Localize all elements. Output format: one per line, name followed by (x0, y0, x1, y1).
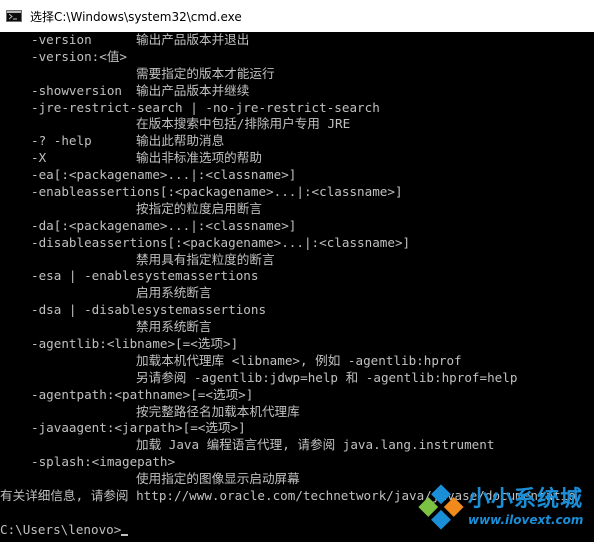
watermark-url: www.ilovext.com (468, 513, 584, 527)
option-description: 输出产品版本并退出 (136, 32, 250, 47)
console-line: -agentpath:<pathname>[=<选项>] (0, 387, 594, 404)
console-line: -splash:<imagepath> (0, 454, 594, 471)
option-description: 按完整路径名加载本机代理库 (136, 403, 300, 419)
console-line: -jre-restrict-search | -no-jre-restrict-… (0, 100, 594, 117)
console-line: -? -help 输出此帮助消息 (0, 133, 594, 150)
title-bar[interactable]: 选择C:\Windows\system32\cmd.exe (0, 0, 594, 32)
console-line: -disableassertions[:<packagename>...|:<c… (0, 235, 594, 252)
console-line: 按指定的粒度启用断言 (0, 201, 594, 218)
console-line: -da[:<packagename>...|:<classname>] (0, 218, 594, 235)
console-line: 按完整路径名加载本机代理库 (0, 404, 594, 421)
option-description: 禁用系统断言 (136, 319, 212, 335)
console-line: 在版本搜索中包括/排除用户专用 JRE (0, 116, 594, 133)
option-name: -javaagent:<jarpath>[=<选项>] (31, 420, 246, 436)
option-description: 使用指定的图像显示启动屏幕 (136, 471, 300, 487)
option-description: 按指定的粒度启用断言 (136, 200, 262, 216)
option-description: 输出此帮助消息 (136, 133, 225, 149)
option-name: -esa | -enablesystemassertions (31, 268, 259, 284)
option-name: -agentpath:<pathname>[=<选项>] (31, 386, 254, 402)
option-name: -ea[:<packagename>...|:<classname>] (31, 167, 297, 183)
option-description: 加载 Java 编程语言代理, 请参阅 java.lang.instrument (136, 437, 495, 453)
console-line: -dsa | -disablesystemassertions (0, 302, 594, 319)
window-title: 选择C:\Windows\system32\cmd.exe (30, 9, 242, 24)
watermark-logo-icon (418, 484, 464, 530)
option-description: 加载本机代理库 <libname>, 例如 -agentlib:hprof (136, 352, 462, 368)
console-line: 加载 Java 编程语言代理, 请参阅 java.lang.instrument (0, 437, 594, 454)
console-line: -esa | -enablesystemassertions (0, 268, 594, 285)
option-name: -? -help (31, 133, 92, 149)
console-line: -X 输出非标准选项的帮助 (0, 150, 594, 167)
console-line: 需要指定的版本才能运行 (0, 66, 594, 83)
console-line: 禁用系统断言 (0, 319, 594, 336)
option-name: -showversion (31, 82, 122, 98)
option-description: 在版本搜索中包括/排除用户专用 JRE (136, 116, 351, 132)
option-name: -disableassertions[:<packagename>...|:<c… (31, 234, 411, 250)
watermark-site-name: 小小系统城 (468, 487, 584, 512)
console-line: -showversion 输出产品版本并继续 (0, 83, 594, 100)
option-description: 禁用具有指定粒度的断言 (136, 251, 275, 267)
console-output[interactable]: -version 输出产品版本并退出 -version:<值> 需要指定的版本才能运行… (0, 32, 594, 542)
option-name: -da[:<packagename>...|:<classname>] (31, 217, 297, 233)
option-name: -splash:<imagepath> (31, 454, 176, 470)
option-name: -version (31, 32, 92, 47)
prompt-path: C:\Users\lenovo> (0, 521, 122, 537)
option-description: 启用系统断言 (136, 285, 212, 301)
text-cursor (121, 533, 129, 536)
option-name: -agentlib:<libname>[=<选项>] (31, 336, 239, 352)
option-name: -version:<值> (31, 48, 127, 64)
option-name: -enableassertions[:<packagename>...|:<cl… (31, 184, 403, 200)
option-description: 需要指定的版本才能运行 (136, 65, 275, 81)
console-line: -version 输出产品版本并退出 (0, 32, 594, 49)
console-line: -javaagent:<jarpath>[=<选项>] (0, 420, 594, 437)
console-line: -version:<值> (0, 49, 594, 66)
console-line: 加载本机代理库 <libname>, 例如 -agentlib:hprof (0, 353, 594, 370)
site-watermark: 小小系统城 www.ilovext.com (418, 476, 594, 538)
option-description: 输出产品版本并继续 (136, 82, 250, 98)
console-line: 启用系统断言 (0, 285, 594, 302)
option-description: 另请参阅 -agentlib:jdwp=help 和 -agentlib:hpr… (136, 369, 518, 385)
option-name: -dsa | -disablesystemassertions (31, 302, 267, 318)
console-app-icon (6, 10, 22, 22)
console-line: 另请参阅 -agentlib:jdwp=help 和 -agentlib:hpr… (0, 370, 594, 387)
console-line: -agentlib:<libname>[=<选项>] (0, 336, 594, 353)
option-name: -jre-restrict-search | -no-jre-restrict-… (31, 99, 380, 115)
console-line: 禁用具有指定粒度的断言 (0, 252, 594, 269)
option-description: 输出非标准选项的帮助 (136, 150, 262, 166)
option-name: -X (31, 150, 47, 166)
cmd-window: 选择C:\Windows\system32\cmd.exe -version 输出… (0, 0, 594, 542)
console-line: -enableassertions[:<packagename>...|:<cl… (0, 184, 594, 201)
console-line: -ea[:<packagename>...|:<classname>] (0, 167, 594, 184)
